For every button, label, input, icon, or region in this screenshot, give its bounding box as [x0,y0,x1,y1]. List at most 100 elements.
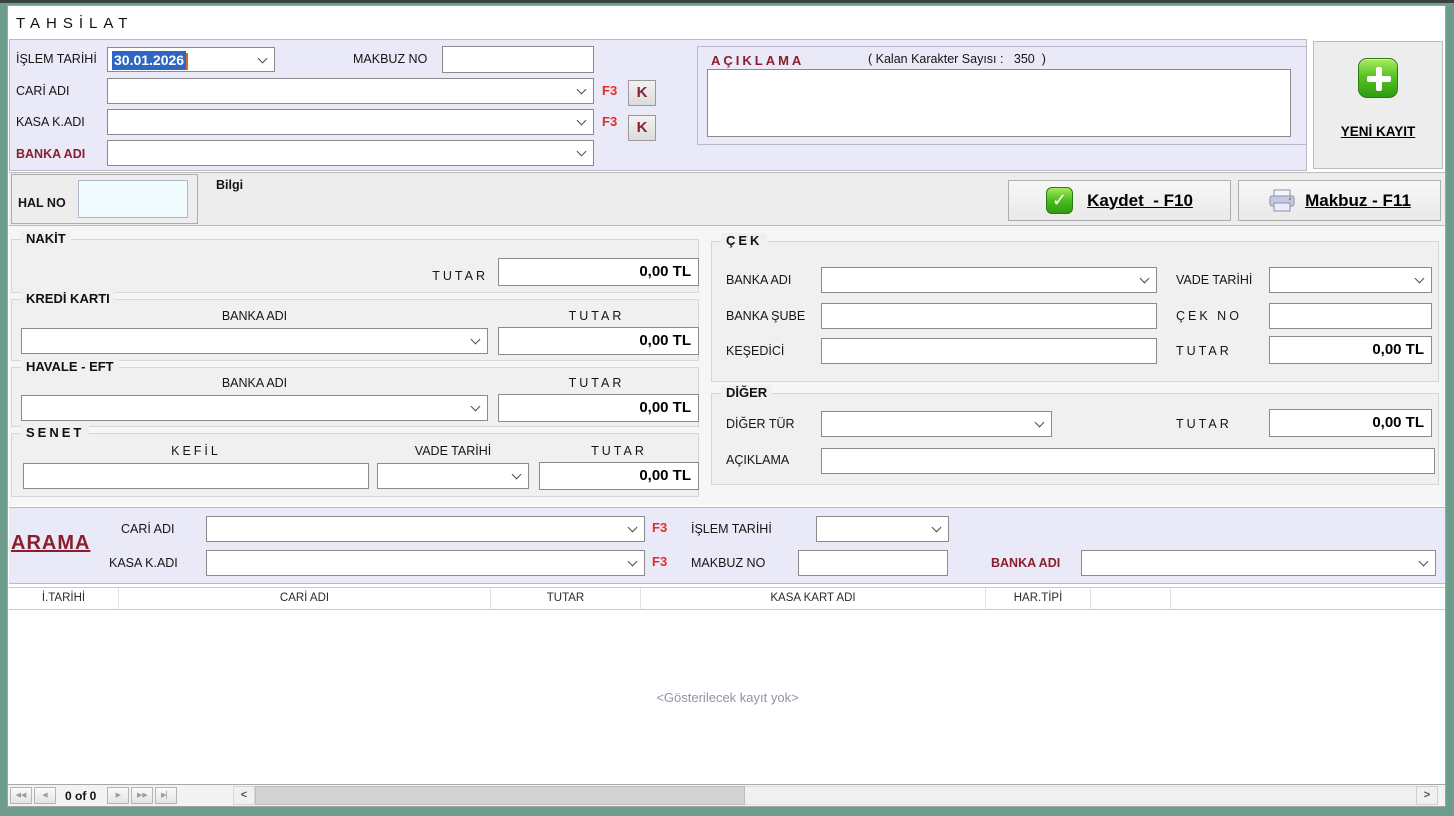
bilgi-label: Bilgi [216,178,243,192]
kasa-kadi-k-button[interactable]: K [628,115,656,141]
arama-banka-adi-combo[interactable] [1081,550,1436,576]
cari-adi-combo[interactable] [107,78,594,104]
column-header-tutar[interactable]: TUTAR [491,588,641,609]
kredi-tutar-label: TUTAR [498,309,695,323]
arama-title: ARAMA [11,532,90,555]
grid-body: <Gösterilecek kayıt yok> [9,610,1446,784]
chevron-down-icon [1415,274,1425,284]
kredi-karti-title: KREDİ KARTI [21,291,115,306]
scroll-right-button[interactable]: > [1416,786,1438,805]
senet-kefil-label: KEFİL [23,444,369,458]
arama-kasa-kadi-combo[interactable] [206,550,645,576]
cek-no-input[interactable] [1269,303,1432,329]
kaydet-button[interactable]: ✓ Kaydet - F10 [1008,180,1231,221]
cek-kesedici-label: KEŞEDİCİ [726,344,784,358]
cari-adi-f3-hint: F3 [602,83,617,98]
diger-tutar-input[interactable]: 0,00 TL [1269,409,1432,437]
makbuz-no-input[interactable] [442,46,594,73]
chevron-down-icon [1419,557,1429,567]
hal-no-input[interactable] [78,180,188,218]
senet-vade-tarihi-label: VADE TARİHİ [377,444,529,458]
havale-banka-adi-combo[interactable] [21,395,488,421]
banka-adi-combo[interactable] [107,140,594,166]
chevron-down-icon [577,85,587,95]
column-header-cari-adi[interactable]: CARİ ADI [119,588,491,609]
senet-tutar-input[interactable]: 0,00 TL [539,462,699,490]
arama-makbuz-no-label: MAKBUZ NO [691,556,765,570]
senet-title: SENET [21,425,89,440]
senet-vade-tarihi-combo[interactable] [377,463,529,489]
arama-cari-adi-combo[interactable] [206,516,645,542]
scroll-left-button[interactable]: < [233,786,255,805]
kasa-kadi-f3-hint: F3 [602,114,617,129]
kasa-kadi-combo[interactable] [107,109,594,135]
diger-title: DİĞER [721,385,772,400]
cek-title: ÇEK [721,233,767,248]
makbuz-no-label: MAKBUZ NO [353,52,427,66]
arama-makbuz-no-input[interactable] [798,550,948,576]
chevron-down-icon [1035,418,1045,428]
havale-tutar-label: TUTAR [498,376,695,390]
text-caret [186,53,188,70]
makbuz-button[interactable]: Makbuz - F11 [1238,180,1441,221]
grid-empty-message: <Gösterilecek kayıt yok> [9,690,1446,705]
diger-aciklama-input[interactable] [821,448,1435,474]
arama-kasa-kadi-label: KASA K.ADI [109,556,178,570]
tahsilat-window: TAHSİLAT İŞLEM TARİHİ 30.01.2026 MAKBUZ … [7,5,1446,807]
kredi-tutar-input[interactable]: 0,00 TL [498,327,699,355]
havale-tutar-input[interactable]: 0,00 TL [498,394,699,422]
kredi-banka-adi-combo[interactable] [21,328,488,354]
cek-vade-tarihi-combo[interactable] [1269,267,1432,293]
cari-adi-label: CARİ ADI [16,84,70,98]
plus-icon [1358,58,1398,98]
column-header-kasa-kart-adi[interactable]: KASA KART ADI [641,588,986,609]
cek-tutar-input[interactable]: 0,00 TL [1269,336,1432,364]
banka-adi-label: BANKA ADI [16,147,85,161]
arama-islem-tarihi-combo[interactable] [816,516,949,542]
prev-record-button[interactable]: ◀ [34,787,56,804]
horizontal-scrollbar-thumb[interactable] [255,786,745,805]
cek-banka-sube-input[interactable] [821,303,1157,329]
nakit-tutar-label: TUTAR [388,269,488,283]
column-header-har-tipi[interactable]: HAR.TİPİ [986,588,1091,609]
senet-kefil-input[interactable] [23,463,369,489]
printer-icon [1268,189,1296,213]
arama-kasa-f3-hint: F3 [652,554,667,569]
diger-aciklama-label: AÇIKLAMA [726,453,789,467]
chevron-down-icon [932,523,942,533]
nakit-title: NAKİT [21,231,71,246]
diger-tutar-label: TUTAR [1176,417,1232,431]
first-record-button[interactable]: ◀◀ [10,787,32,804]
islem-tarihi-combo[interactable]: 30.01.2026 [107,47,275,72]
islem-tarihi-value: 30.01.2026 [112,51,186,70]
column-header-filler [1171,588,1446,609]
last-record-button[interactable]: ▶▏ [155,787,177,804]
cek-vade-tarihi-label: VADE TARİHİ [1176,273,1252,287]
kredi-banka-adi-label: BANKA ADI [21,309,488,323]
chevron-down-icon [471,335,481,345]
chevron-down-icon [471,402,481,412]
arama-cari-adi-label: CARİ ADI [121,522,175,536]
chevron-down-icon [628,523,638,533]
fast-forward-button[interactable]: ▶▶ [131,787,153,804]
chevron-down-icon [258,53,268,63]
yeni-kayit-button[interactable]: YENİ KAYIT [1313,41,1443,169]
grid-header-row: İ.TARİHİ CARİ ADI TUTAR KASA KART ADI HA… [9,587,1446,610]
diger-tur-combo[interactable] [821,411,1052,437]
kalan-karakter-counter: ( Kalan Karakter Sayısı : 350 ) [868,52,1046,66]
chevron-down-icon [577,147,587,157]
kasa-kadi-label: KASA K.ADI [16,115,85,129]
aciklama-textarea[interactable] [707,69,1291,137]
makbuz-label: Makbuz - F11 [1305,191,1411,211]
column-header-itarihi[interactable]: İ.TARİHİ [9,588,119,609]
arama-islem-tarihi-label: İŞLEM TARİHİ [691,522,772,536]
yeni-kayit-label: YENİ KAYIT [1314,124,1442,139]
column-header-empty[interactable] [1091,588,1171,609]
nakit-tutar-input[interactable]: 0,00 TL [498,258,699,286]
chevron-down-icon [577,116,587,126]
islem-tarihi-label: İŞLEM TARİHİ [16,52,97,66]
next-record-button[interactable]: ▶ [107,787,129,804]
cek-banka-adi-combo[interactable] [821,267,1157,293]
cek-kesedici-input[interactable] [821,338,1157,364]
cari-adi-k-button[interactable]: K [628,80,656,106]
